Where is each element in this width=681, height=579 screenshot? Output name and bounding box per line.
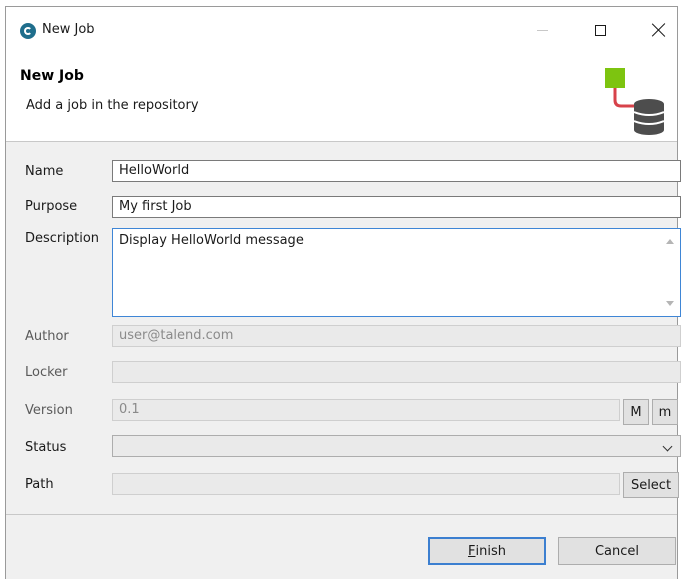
minimize-button[interactable] bbox=[522, 16, 562, 44]
purpose-label: Purpose bbox=[25, 199, 78, 214]
description-label: Description bbox=[25, 231, 100, 246]
finish-mnemonic: F bbox=[468, 543, 476, 559]
purpose-field[interactable]: My first Job bbox=[112, 196, 681, 218]
status-label: Status bbox=[25, 440, 67, 455]
close-button[interactable] bbox=[639, 16, 679, 44]
wizard-header: New Job Add a job in the repository bbox=[6, 52, 677, 142]
version-field: 0.1 bbox=[112, 399, 620, 421]
name-field[interactable]: HelloWorld bbox=[112, 160, 681, 182]
maximize-icon bbox=[594, 24, 606, 36]
status-select[interactable] bbox=[112, 435, 681, 457]
version-major-button[interactable]: M bbox=[623, 399, 649, 425]
new-job-dialog: New Job New Job Add a job in the reposit… bbox=[5, 6, 681, 579]
talend-logo-icon bbox=[20, 23, 36, 39]
window-title: New Job bbox=[42, 22, 95, 37]
description-text: Display HelloWorld message bbox=[119, 233, 304, 248]
author-label: Author bbox=[25, 329, 69, 344]
description-textarea[interactable]: Display HelloWorld message bbox=[112, 228, 681, 317]
locker-field bbox=[112, 361, 681, 383]
locker-label: Locker bbox=[25, 365, 68, 380]
author-field: user@talend.com bbox=[112, 325, 681, 347]
maximize-button[interactable] bbox=[580, 16, 620, 44]
close-icon bbox=[652, 23, 666, 37]
version-minor-button[interactable]: m bbox=[652, 399, 678, 425]
cancel-button[interactable]: Cancel bbox=[558, 537, 676, 565]
scroll-down-icon[interactable] bbox=[666, 301, 674, 306]
finish-button[interactable]: Finish bbox=[428, 537, 546, 565]
path-label: Path bbox=[25, 477, 54, 492]
minimize-icon bbox=[536, 29, 548, 31]
job-repository-icon bbox=[605, 68, 664, 135]
name-label: Name bbox=[25, 164, 64, 179]
scroll-up-icon[interactable] bbox=[666, 239, 674, 244]
header-title: New Job bbox=[20, 68, 84, 84]
version-label: Version bbox=[25, 403, 73, 418]
header-description: Add a job in the repository bbox=[26, 98, 199, 113]
footer-separator bbox=[6, 514, 677, 515]
path-select-button[interactable]: Select bbox=[623, 472, 679, 498]
finish-label: inish bbox=[475, 543, 506, 559]
title-bar: New Job bbox=[6, 7, 677, 52]
chevron-down-icon bbox=[662, 441, 673, 452]
path-field bbox=[112, 473, 620, 495]
